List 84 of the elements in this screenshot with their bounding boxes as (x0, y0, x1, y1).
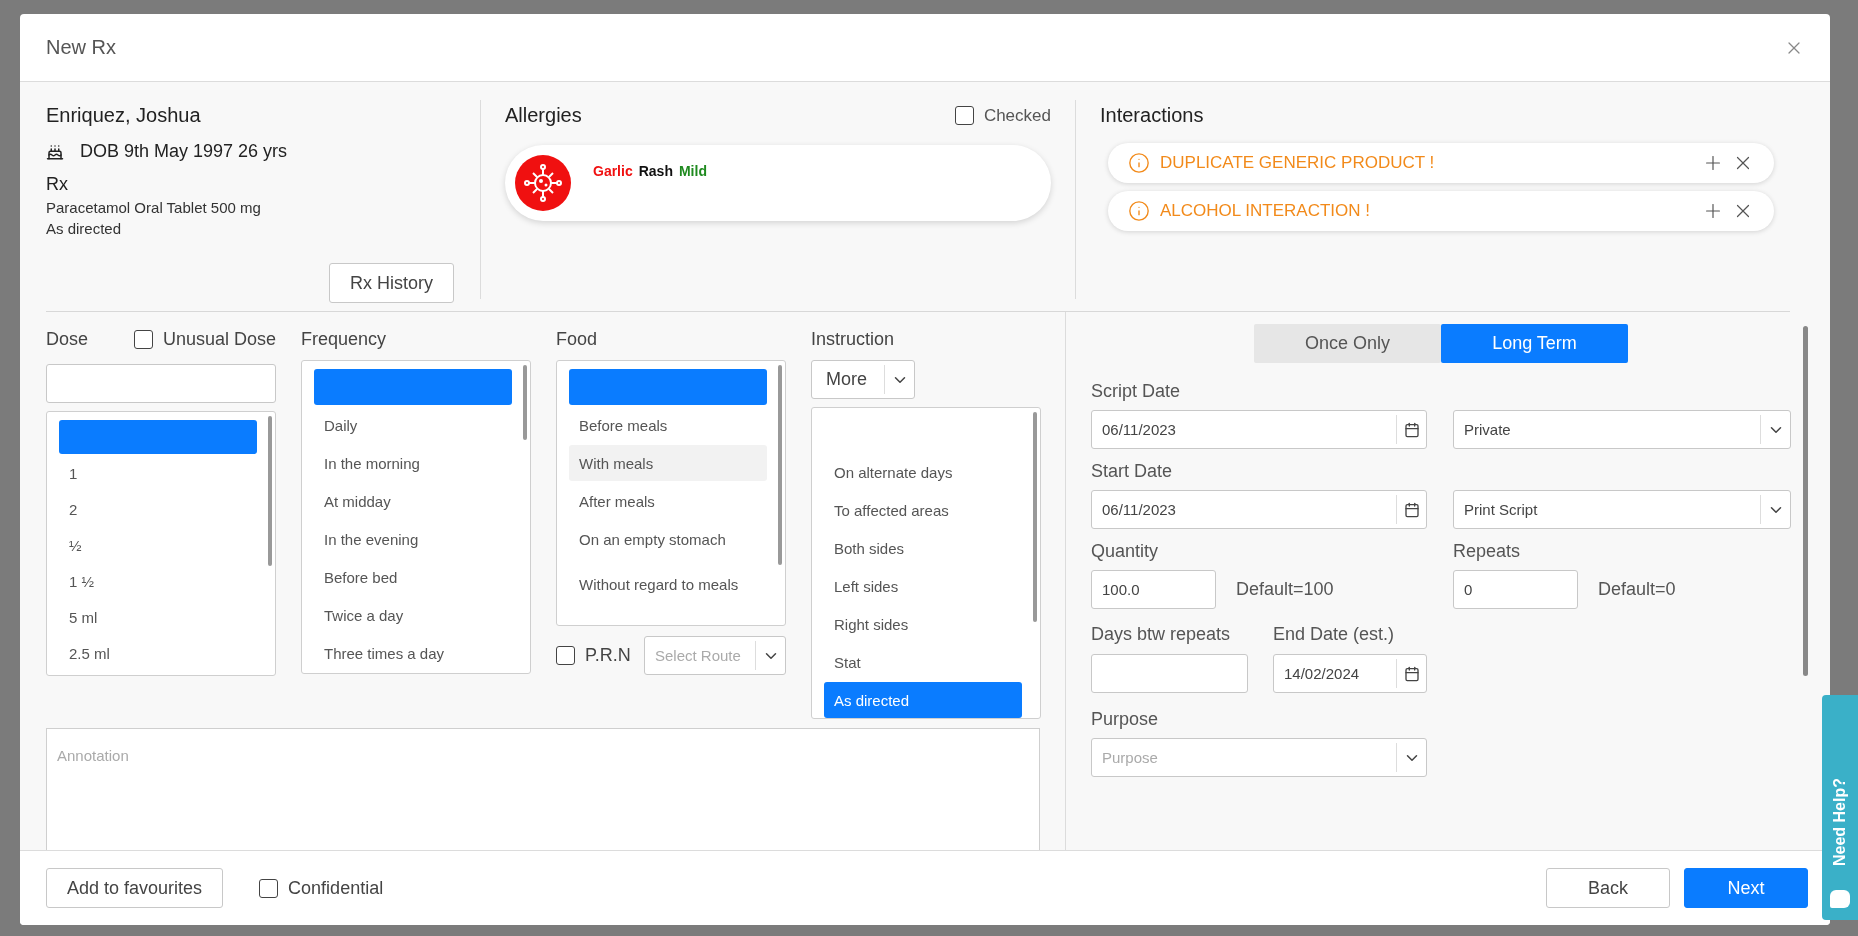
list-option[interactable]: 5 ml (59, 600, 257, 634)
more-dropdown-button[interactable]: More (811, 360, 915, 399)
column-heading: Instruction (811, 328, 895, 350)
date-field[interactable]: 06/11/2023 (1091, 490, 1427, 529)
default-note: Default=100 (1236, 579, 1334, 600)
list-option[interactable]: 1 (59, 456, 257, 490)
scrollbar[interactable] (1033, 412, 1037, 622)
field-label: Quantity (1091, 540, 1160, 563)
date-field[interactable]: 14/02/2024 (1273, 654, 1427, 693)
prn-checkbox[interactable] (556, 646, 575, 665)
list-option[interactable]: Daily (314, 407, 512, 443)
add-to-favourites-button[interactable]: Add to favourites (46, 868, 224, 908)
list-option[interactable]: On alternate days (824, 454, 1022, 490)
term-toggle[interactable]: Once Only (1254, 324, 1441, 363)
scrollbar[interactable] (523, 365, 527, 440)
field-label: Repeats (1453, 540, 1522, 563)
annotation-field[interactable]: Annotation (46, 728, 1040, 850)
checkbox-label: Confidential (288, 877, 384, 899)
alert-text: DUPLICATE GENERIC PRODUCT ! (1160, 153, 1436, 173)
quantity-input[interactable]: 100.0 (1091, 570, 1216, 609)
list-option[interactable]: Left sides (824, 568, 1022, 604)
rx-heading: Rx (46, 174, 69, 195)
alert-text: ALCOHOL INTERACTION ! (1160, 201, 1371, 221)
column-heading: Food (556, 328, 598, 350)
rx-history-button[interactable]: Rx History (329, 263, 454, 303)
field-label: End Date (est.) (1273, 623, 1396, 646)
default-note: Default=0 (1598, 579, 1676, 600)
dialog-title: New Rx (46, 36, 116, 59)
list-option[interactable]: Stat (824, 644, 1022, 680)
dose-input[interactable] (46, 364, 276, 403)
medication-text: Paracetamol Oral Tablet 500 mg (46, 199, 262, 216)
scrollbar[interactable] (268, 416, 272, 566)
list-option[interactable]: At midday (314, 483, 512, 519)
info-icon (1128, 152, 1150, 174)
list-option[interactable]: Right sides (824, 606, 1022, 642)
list-option[interactable]: In the morning (314, 445, 512, 481)
directions-text: As directed (46, 220, 123, 237)
list-option[interactable]: 1 ½ (59, 564, 257, 598)
cake-icon (46, 142, 64, 161)
days-between-input[interactable] (1091, 654, 1248, 693)
date-of-birth: DOB 9th May 1997 26 yrs (80, 141, 288, 162)
info-icon (1128, 200, 1150, 222)
virus-icon (515, 155, 571, 211)
checkbox-label: Checked (983, 105, 1051, 126)
patient-name: Enriquez, Joshua (46, 104, 202, 127)
payment-select[interactable]: Private (1453, 410, 1791, 449)
list-option[interactable]: Before meals (569, 407, 767, 443)
term-toggle[interactable]: Long Term (1441, 324, 1628, 363)
checkbox-label: Unusual Dose (162, 328, 276, 350)
script-output-select[interactable]: Print Script (1453, 490, 1791, 529)
list-option[interactable]: Before bed (314, 559, 512, 595)
list-option[interactable]: To affected areas (824, 492, 1022, 528)
list-option[interactable]: In the evening (314, 521, 512, 557)
list-option[interactable]: Three times a day (314, 635, 512, 671)
field-label: Start Date (1091, 460, 1174, 483)
field-label: Purpose (1091, 708, 1160, 731)
list-option[interactable]: On an empty stomach (569, 521, 767, 557)
list-option[interactable]: As directed (824, 682, 1022, 718)
list-option[interactable]: 2 (59, 492, 257, 526)
column-heading: Dose (46, 328, 89, 350)
list-option[interactable]: 2.5 ml (59, 636, 257, 670)
allergies-heading: Allergies (505, 104, 582, 127)
back-button[interactable]: Back (1546, 868, 1670, 908)
date-field[interactable]: 06/11/2023 (1091, 410, 1427, 449)
field-label: Script Date (1091, 380, 1182, 403)
checkbox-label: P.R.N (585, 645, 631, 666)
checked-checkbox[interactable] (954, 106, 974, 125)
next-button[interactable]: Next (1684, 868, 1808, 908)
allergy-text: Garlic Rash Mild (593, 163, 707, 179)
list-option[interactable]: With meals (569, 445, 767, 481)
scrollbar[interactable] (1803, 326, 1808, 676)
list-option[interactable]: Without regard to meals (569, 559, 767, 609)
interactions-heading: Interactions (1100, 104, 1205, 127)
list-option[interactable]: ½ (59, 528, 257, 562)
column-heading: Frequency (301, 328, 387, 350)
list-option[interactable]: Both sides (824, 530, 1022, 566)
field-label: Days btw repeats (1091, 623, 1232, 646)
unusual-dose-checkbox[interactable] (133, 329, 153, 349)
list-option[interactable]: After meals (569, 483, 767, 519)
chat-icon (1830, 890, 1850, 908)
list-option[interactable]: Twice a day (314, 597, 512, 633)
scrollbar[interactable] (778, 365, 782, 565)
confidential-checkbox[interactable] (259, 878, 279, 898)
repeats-input[interactable]: 0 (1453, 570, 1578, 609)
